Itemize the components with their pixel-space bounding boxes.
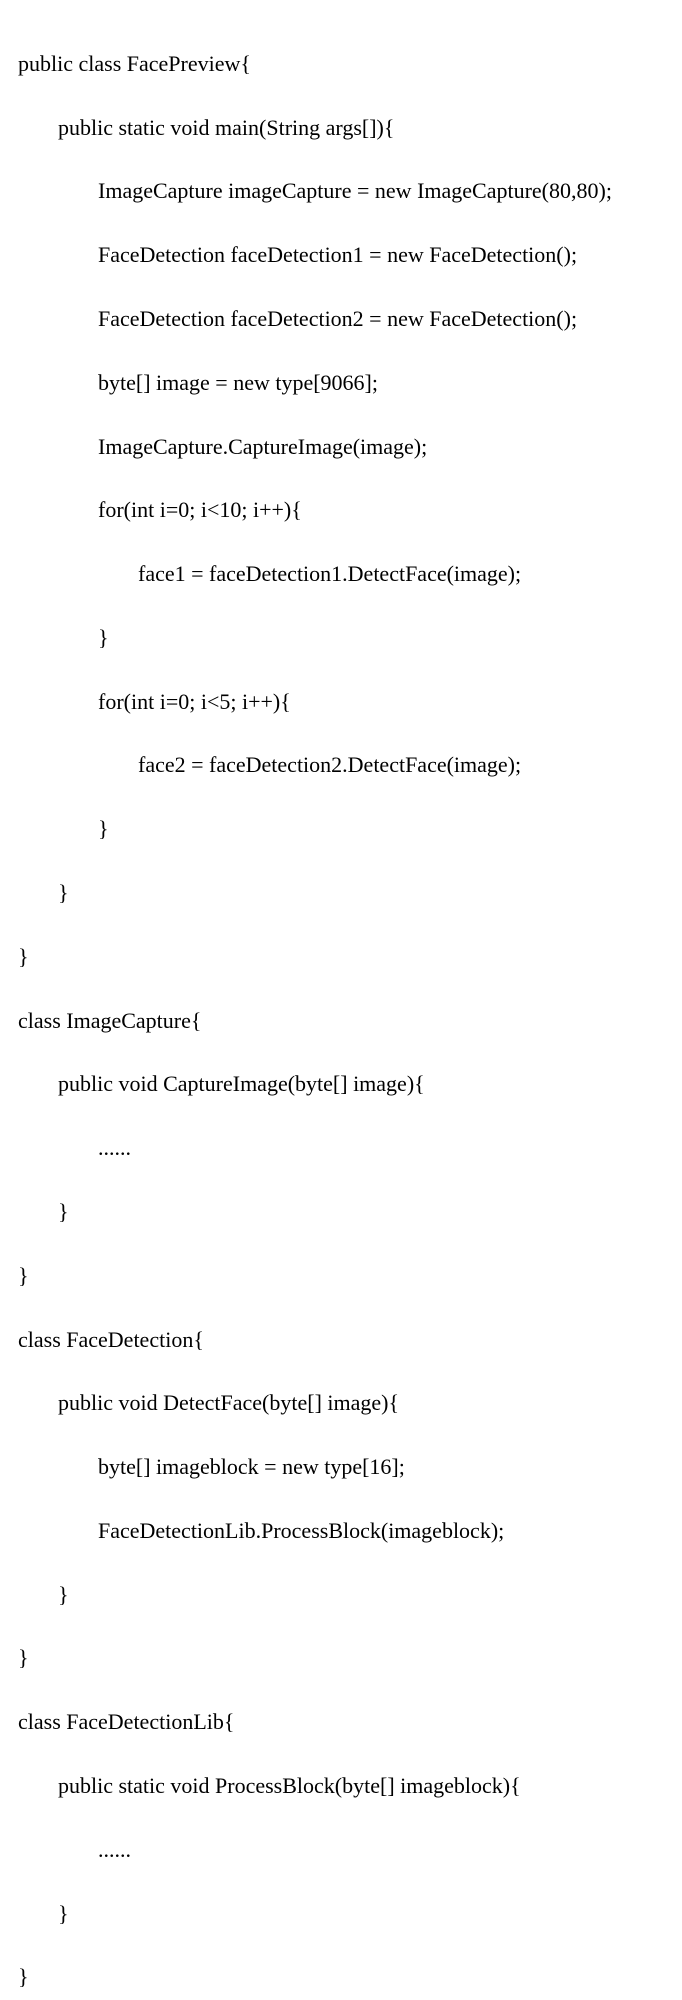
code-line: } [18,941,670,973]
code-line: } [18,1898,670,1930]
code-line: } [18,622,670,654]
code-line: } [18,877,670,909]
code-block: public class FacePreview{ public static … [0,0,682,2000]
code-line: FaceDetectionLib.ProcessBlock(imageblock… [18,1515,670,1547]
code-line: public void CaptureImage(byte[] image){ [18,1068,670,1100]
code-line: class FaceDetection{ [18,1324,670,1356]
code-line: } [18,813,670,845]
code-line: } [18,1196,670,1228]
code-line: public class FacePreview{ [18,48,670,80]
code-line: class ImageCapture{ [18,1005,670,1037]
code-line: byte[] imageblock = new type[16]; [18,1451,670,1483]
code-line: FaceDetection faceDetection2 = new FaceD… [18,303,670,335]
code-line: } [18,1579,670,1611]
code-line: ...... [18,1834,670,1866]
code-line: } [18,1642,670,1674]
code-line: public static void ProcessBlock(byte[] i… [18,1770,670,1802]
code-line: for(int i=0; i<10; i++){ [18,494,670,526]
code-line: public void DetectFace(byte[] image){ [18,1387,670,1419]
code-line: face2 = faceDetection2.DetectFace(image)… [18,749,670,781]
code-line: for(int i=0; i<5; i++){ [18,686,670,718]
code-line: byte[] image = new type[9066]; [18,367,670,399]
code-line: public static void main(String args[]){ [18,112,670,144]
code-line: class FaceDetectionLib{ [18,1706,670,1738]
code-line: } [18,1260,670,1292]
code-line: FaceDetection faceDetection1 = new FaceD… [18,239,670,271]
code-line: ...... [18,1132,670,1164]
code-line: ImageCapture.CaptureImage(image); [18,431,670,463]
code-line: ImageCapture imageCapture = new ImageCap… [18,175,670,207]
code-line: face1 = faceDetection1.DetectFace(image)… [18,558,670,590]
code-line: } [18,1961,670,1993]
